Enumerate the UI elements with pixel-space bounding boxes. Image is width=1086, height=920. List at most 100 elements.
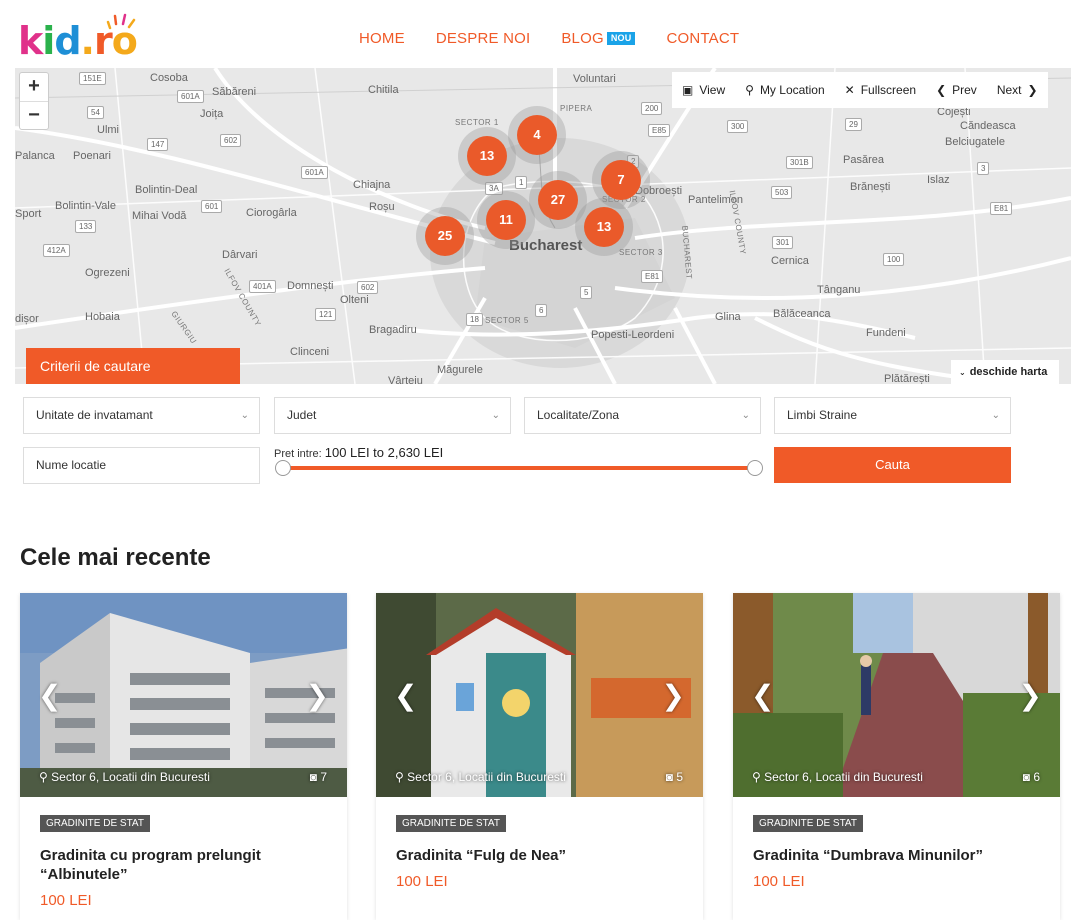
map-label: Măgurele [437,364,483,376]
nav-home[interactable]: HOME [359,30,405,47]
zoom-in-button[interactable]: + [20,73,48,101]
road-badge: 100 [883,253,905,266]
county-select[interactable]: Judet ⌄ [274,397,511,434]
road-badge: 601 [201,200,223,213]
category-tag[interactable]: GRADINITE DE STAT [396,815,506,832]
camera-icon: ◙ [309,770,317,784]
card-location: ⚲ Sector 6, Locatii din Bucuresti [752,770,923,784]
map-cluster-marker[interactable]: 11 [486,200,526,240]
prev-button[interactable]: ❮ Prev [926,72,987,108]
playroom-photo [376,593,703,797]
map-cluster-marker[interactable]: 25 [425,216,465,256]
main-nav: HOME DESPRE NOI BLOG NOU CONTACT [359,30,739,47]
chevron-down-icon: ⌄ [959,368,966,377]
open-map-button[interactable]: ⌄ deschide harta [951,360,1059,384]
road-badge: 602 [220,134,242,147]
location-name-input[interactable]: Nume locatie [23,447,260,484]
logo-letter: d [54,19,81,63]
expand-icon: ✕ [844,83,855,97]
listing-card[interactable]: ❮ ❯ ⚲ Sector 6, Locatii din Bucuresti ◙ … [20,593,347,920]
road-badge: 300 [727,120,749,133]
map-cluster-marker[interactable]: 13 [584,207,624,247]
search-button[interactable]: Cauta [774,447,1011,483]
map-label: Palanca [15,150,55,162]
site-logo[interactable]: kid.ro [18,13,138,63]
map-panel[interactable]: Cosoba Săbăreni Ulmi Joița Palanca Poena… [15,68,1071,384]
map-label: Poenari [73,150,111,162]
logo-letter: k [18,19,43,63]
my-location-button[interactable]: ⚲ My Location [735,72,835,108]
map-label: Plătărești [884,373,930,384]
category-tag[interactable]: GRADINITE DE STAT [753,815,863,832]
locality-select[interactable]: Localitate/Zona ⌄ [524,397,761,434]
view-label: View [699,83,726,97]
photo-count: ◙ 7 [310,770,327,784]
location-pin-icon: ⚲ [39,770,48,784]
photo-prev-button[interactable]: ❮ [38,679,61,712]
locality-select-value: Localitate/Zona [537,408,620,422]
map-cluster-marker[interactable]: 7 [601,160,641,200]
zoom-control: + − [19,72,49,130]
map-label: dișor [15,313,39,325]
price-slider-track[interactable] [283,466,755,470]
map-label: Glina [715,311,741,323]
view-button[interactable]: ▣ View [672,72,735,108]
zoom-out-button[interactable]: − [20,101,48,129]
photo-count: ◙ 5 [666,770,683,784]
open-map-label: deschide harta [969,366,1048,378]
photo-next-button[interactable]: ❯ [306,679,329,712]
nav-blog[interactable]: BLOG NOU [561,30,636,47]
next-button[interactable]: Next ❯ [987,72,1048,108]
road-badge: E81 [641,270,664,283]
price-slider-min-handle[interactable] [275,460,291,476]
photo-prev-button[interactable]: ❮ [751,679,774,712]
photo-next-button[interactable]: ❯ [1019,679,1042,712]
card-title[interactable]: Gradinita “Fulg de Nea” [396,846,683,865]
card-location: ⚲ Sector 6, Locatii din Bucuresti [395,770,566,784]
map-toolbar: ▣ View ⚲ My Location ✕ Fullscreen ❮ Prev Nex… [672,72,1048,108]
category-tag[interactable]: GRADINITE DE STAT [40,815,150,832]
price-slider-max-handle[interactable] [747,460,763,476]
map-cluster-marker[interactable]: 4 [517,115,557,155]
listing-photo: ❮ ❯ ⚲ Sector 6, Locatii din Bucuresti ◙ … [733,593,1060,797]
camera-icon: ◙ [1022,770,1030,784]
photo-prev-button[interactable]: ❮ [394,679,417,712]
listing-photo: ❮ ❯ ⚲ Sector 6, Locatii din Bucuresti ◙ … [376,593,703,797]
listing-card[interactable]: ❮ ❯ ⚲ Sector 6, Locatii din Bucuresti ◙ … [733,593,1060,920]
photo-next-button[interactable]: ❯ [662,679,685,712]
languages-select[interactable]: Limbi Straine ⌄ [774,397,1011,434]
nav-contact[interactable]: CONTACT [666,30,739,47]
road-badge: 601A [177,90,204,103]
card-title[interactable]: Gradinita cu program prelungit “Albinute… [40,846,327,884]
map-label: Clinceni [290,346,330,358]
card-title[interactable]: Gradinita “Dumbrava Minunilor” [753,846,1040,865]
my-location-label: My Location [759,83,825,97]
price-prefix: Pret intre: [274,448,322,460]
map-cluster-marker[interactable]: 13 [467,136,507,176]
fullscreen-button[interactable]: ✕ Fullscreen [835,72,926,108]
map-label: Islaz [927,174,950,186]
map-label: Dârvari [222,249,258,261]
search-criteria-button[interactable]: Criterii de cautare [26,348,240,384]
card-location-text: Sector 6, Locatii din Bucuresti [51,770,210,784]
road-badge: 121 [315,308,337,321]
chevron-down-icon: ⌄ [491,410,500,421]
site-header: kid.ro HOME DESPRE NOI BLOG NOU CONTACT [0,0,1086,68]
road-badge: 5 [580,286,593,299]
nav-despre-noi[interactable]: DESPRE NOI [436,30,531,47]
nav-blog-label: BLOG [561,30,604,47]
camera-icon: ◙ [665,770,673,784]
listing-card[interactable]: ❮ ❯ ⚲ Sector 6, Locatii din Bucuresti ◙ … [376,593,703,920]
unit-select[interactable]: Unitate de invatamant ⌄ [23,397,260,434]
map-label: Olteni [340,294,369,306]
location-name-placeholder: Nume locatie [36,458,107,472]
road-badge: 3A [485,182,503,195]
road-badge: 601A [301,166,328,179]
map-label: Voluntari [573,73,616,85]
road-badge: 401A [249,280,276,293]
card-price: 100 LEI [40,892,92,909]
road-badge: 1 [515,176,528,189]
map-cluster-marker[interactable]: 27 [538,180,578,220]
road-badge: E85 [648,124,671,137]
road-badge: 602 [357,281,379,294]
